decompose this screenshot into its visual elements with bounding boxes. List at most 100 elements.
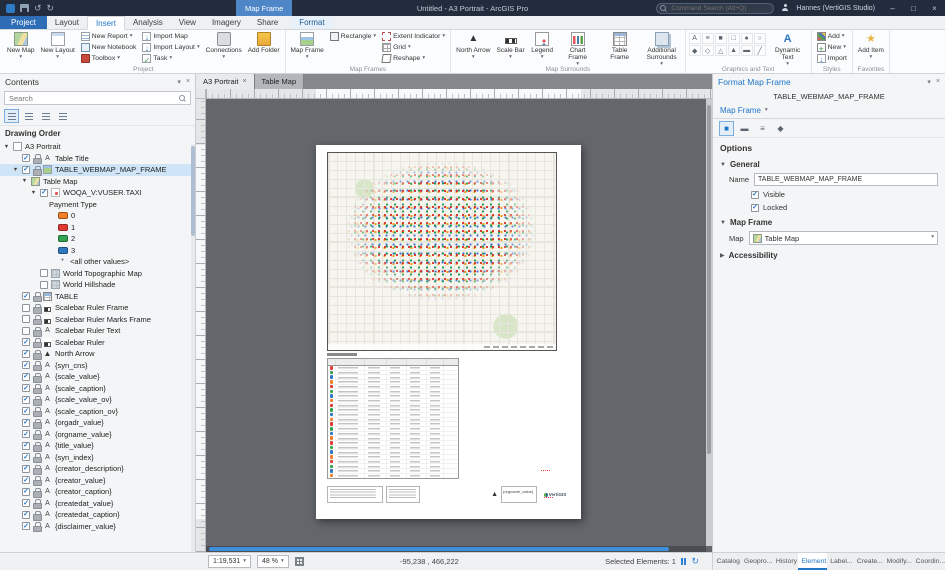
new-notebook-button[interactable]: New Notebook <box>79 42 139 53</box>
contents-search-input[interactable] <box>4 91 191 105</box>
save-icon[interactable] <box>20 4 29 12</box>
tree-item-createdat-caption[interactable]: {createdat_caption} <box>0 509 195 521</box>
visibility-checkbox[interactable] <box>22 361 30 370</box>
graphic-tool-button[interactable]: ◇ <box>701 45 714 56</box>
pane-tab-create[interactable]: Create... <box>853 553 883 570</box>
visibility-checkbox[interactable] <box>22 464 30 473</box>
pane-tab-label[interactable]: Label... <box>827 553 854 570</box>
list-by-selection-button[interactable] <box>38 109 53 123</box>
tree-item-scalebar-ruler-frame[interactable]: Scalebar Ruler Frame <box>0 302 195 314</box>
tree-item-2[interactable]: 2 <box>0 233 195 245</box>
display-tab[interactable]: ■ <box>719 120 734 136</box>
additional-surrounds-button[interactable]: Additional Surrounds ▾ <box>642 31 682 69</box>
visibility-checkbox[interactable] <box>22 499 30 508</box>
visibility-checkbox[interactable] <box>40 269 48 278</box>
name-input[interactable] <box>754 173 938 186</box>
ribbon-tab-imagery[interactable]: Imagery <box>204 16 249 29</box>
new-button[interactable]: New▾ <box>815 42 849 53</box>
grid-button[interactable]: Grid ▾ <box>380 42 447 53</box>
tree-item-title-value[interactable]: {title_value} <box>0 440 195 452</box>
tree-item-syn-index[interactable]: {syn_index} <box>0 452 195 464</box>
extent-grid-icon[interactable] <box>294 557 304 566</box>
pane-menu-icon[interactable]: ▾ <box>177 78 181 86</box>
tree-item-table-title[interactable]: Table Title <box>0 153 195 165</box>
tree-item-table[interactable]: TABLE <box>0 291 195 303</box>
task-button[interactable]: Task▾ <box>140 53 201 64</box>
graphic-tool-button[interactable]: △ <box>714 45 727 56</box>
map-frame-button[interactable]: Map Frame ▾ <box>289 31 326 62</box>
expander-icon[interactable]: ▼ <box>21 178 28 184</box>
text-symbol-tab[interactable]: ≡ <box>755 121 770 136</box>
element-type-selector[interactable]: Map Frame ▾ <box>713 103 945 119</box>
north-arrow-button[interactable]: North Arrow▾ <box>454 31 492 62</box>
list-by-editing-button[interactable] <box>55 109 70 123</box>
visibility-checkbox[interactable] <box>22 384 30 393</box>
pane-tab-coordin[interactable]: Coordin... <box>912 553 945 570</box>
layout-canvas[interactable]: ▲ {orgname_value} VertiGIS <box>206 99 712 552</box>
tree-item-scalebar-ruler-text[interactable]: Scalebar Ruler Text <box>0 325 195 337</box>
chart-frame-button[interactable]: Chart Frame ▾ <box>558 31 598 69</box>
pane-tab-history[interactable]: History <box>772 553 798 570</box>
connections-button[interactable]: Connections ▾ <box>204 31 244 62</box>
tree-item-creator-value[interactable]: {creator_value} <box>0 475 195 487</box>
zoom-dropdown[interactable]: 48 % ▾ <box>257 555 289 568</box>
graphic-tool-button[interactable]: □ <box>727 33 740 44</box>
accessibility-section-header[interactable]: ▶ Accessibility <box>713 247 945 262</box>
tree-item-3[interactable]: 3 <box>0 245 195 257</box>
graphic-tool-button[interactable]: ▬ <box>740 45 753 56</box>
view-tab-a3-portrait[interactable]: A3 Portrait × <box>196 74 255 89</box>
map-frame-element[interactable] <box>327 152 557 351</box>
tree-item-scalebar-ruler[interactable]: Scalebar Ruler <box>0 337 195 349</box>
graphic-tool-button[interactable]: ▲ <box>727 45 740 56</box>
visibility-checkbox[interactable] <box>22 441 30 450</box>
pane-tab-element[interactable]: Element <box>797 553 827 570</box>
visibility-checkbox[interactable] <box>22 338 30 347</box>
tree-item-world-hillshade[interactable]: World Hillshade <box>0 279 195 291</box>
rectangle-button[interactable]: Rectangle ▾ <box>328 31 378 42</box>
legend-button[interactable]: Legend ▾ <box>529 31 556 62</box>
expander-icon[interactable]: ▼ <box>30 190 37 196</box>
signed-in-user[interactable]: Hannes (VertiGIS Studio) <box>796 5 875 12</box>
north-arrow-element[interactable]: ▲ <box>491 491 498 498</box>
tree-item-all-other-values[interactable]: <all other values> <box>0 256 195 268</box>
visibility-checkbox[interactable] <box>22 303 30 312</box>
reshape-button[interactable]: Reshape ▾ <box>380 53 447 64</box>
expander-icon[interactable]: ▼ <box>12 167 19 173</box>
pane-tab-geopro[interactable]: Geopro... <box>741 553 772 570</box>
tree-item-1[interactable]: 1 <box>0 222 195 234</box>
tree-item-world-topographic-map[interactable]: World Topographic Map <box>0 268 195 280</box>
pane-menu-icon[interactable]: ▾ <box>927 78 931 86</box>
visibility-checkbox[interactable] <box>22 154 30 163</box>
import-map-button[interactable]: Import Map <box>140 31 201 42</box>
close-button[interactable]: × <box>924 0 945 16</box>
list-by-drawing-order-button[interactable] <box>4 109 19 123</box>
ribbon-tab-share[interactable]: Share <box>249 16 286 29</box>
import-button[interactable]: Import <box>815 53 849 64</box>
vertical-scrollbar[interactable] <box>706 99 712 546</box>
orgname-element[interactable]: {orgname_value} <box>501 486 537 503</box>
visibility-checkbox[interactable] <box>40 280 48 289</box>
visibility-checkbox[interactable] <box>22 407 30 416</box>
border-tab[interactable]: ◆ <box>773 121 788 136</box>
tree-item-orgadr-value[interactable]: {orgadr_value} <box>0 417 195 429</box>
visibility-checkbox[interactable] <box>22 349 30 358</box>
tree-item-table-map[interactable]: ▼ Table Map <box>0 176 195 188</box>
locked-checkbox[interactable] <box>751 203 759 212</box>
tree-item-a3-portrait[interactable]: ▼ A3 Portrait <box>0 141 195 153</box>
tree-item-scale-caption[interactable]: {scale_caption} <box>0 383 195 395</box>
visibility-checkbox[interactable] <box>22 315 30 324</box>
layout-page[interactable]: ▲ {orgname_value} VertiGIS <box>316 145 581 519</box>
ribbon-tab-analysis[interactable]: Analysis <box>125 16 171 29</box>
toolbox-button[interactable]: Toolbox ▾ <box>79 53 139 64</box>
tree-item-disclaimer-value[interactable]: {disclaimer_value} <box>0 521 195 533</box>
add-item-button[interactable]: Add Item▾ <box>856 31 886 62</box>
table-frame-button[interactable]: Table Frame <box>600 31 640 62</box>
minimize-button[interactable]: – <box>882 0 903 16</box>
visible-checkbox[interactable] <box>751 190 759 199</box>
visibility-checkbox[interactable] <box>22 395 30 404</box>
undo-icon[interactable]: ↺ <box>34 3 42 13</box>
ribbon-tab-insert[interactable]: Insert <box>86 16 125 30</box>
visibility-checkbox[interactable] <box>22 453 30 462</box>
visibility-checkbox[interactable] <box>22 430 30 439</box>
tree-item-creator-description[interactable]: {creator_description} <box>0 463 195 475</box>
